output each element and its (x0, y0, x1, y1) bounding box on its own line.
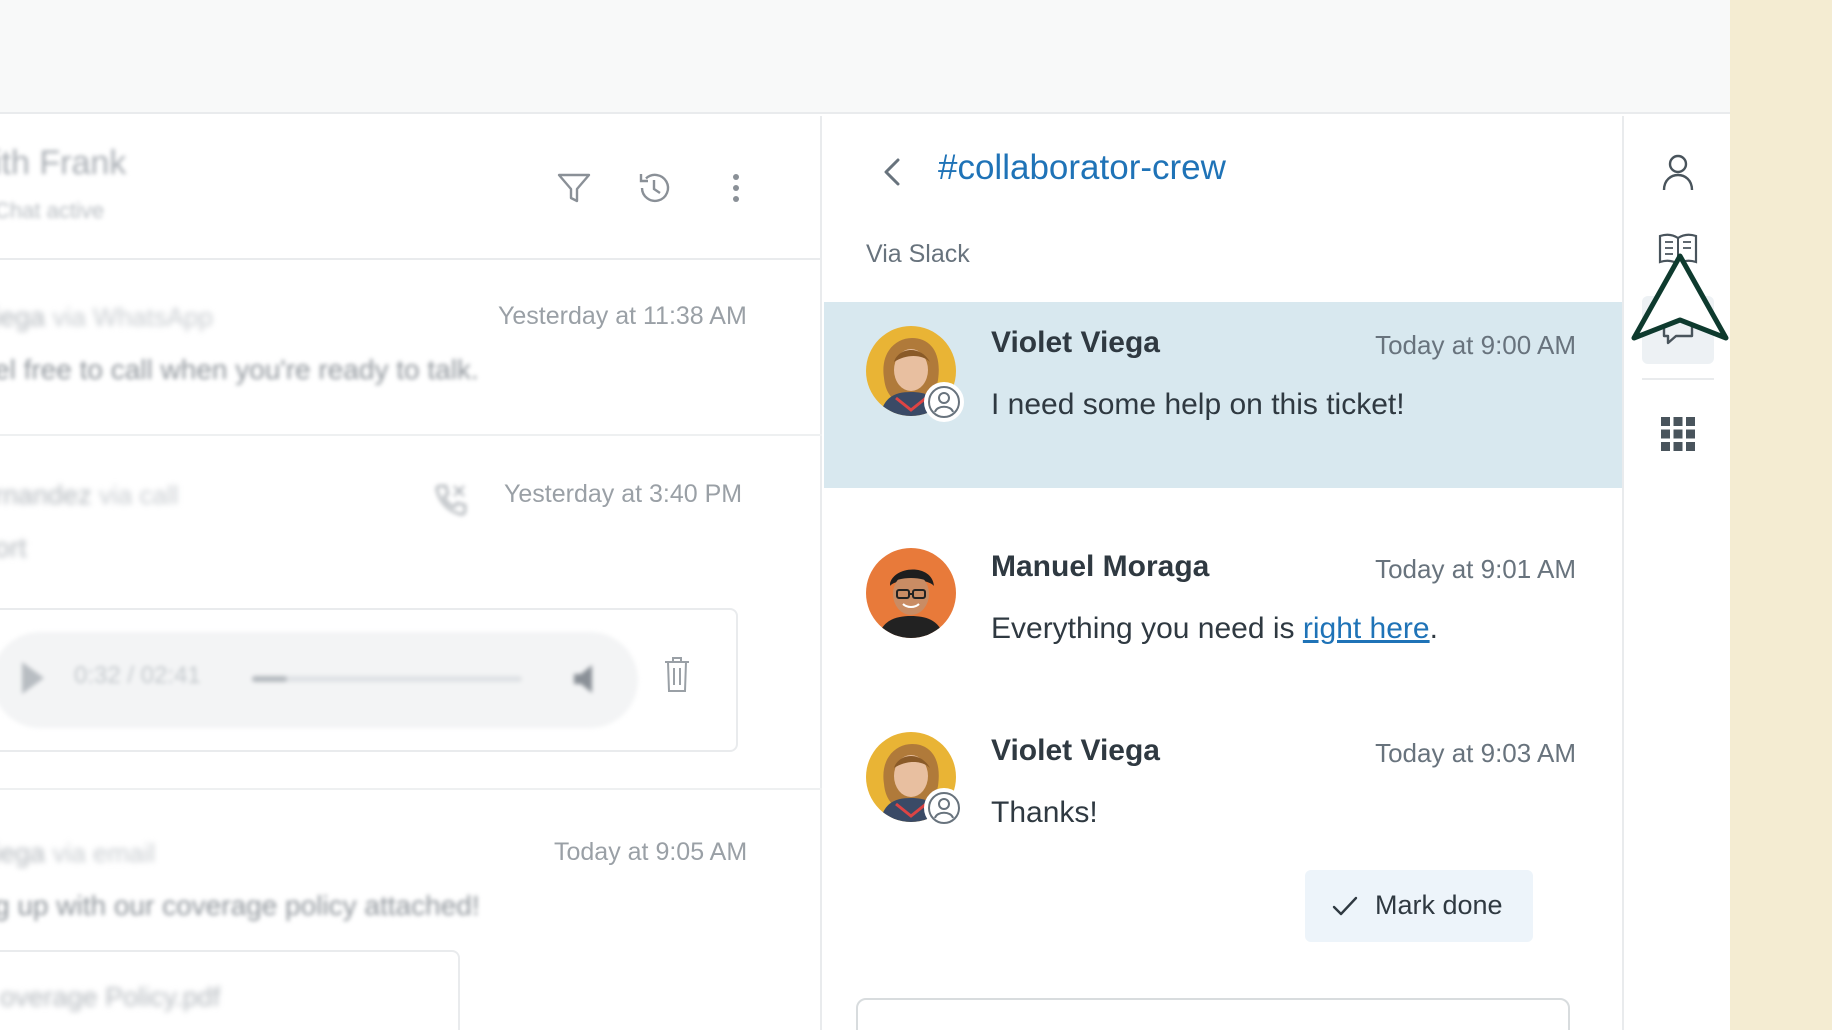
audio-time: 0:32 / 02:41 (74, 662, 201, 689)
entry-text: el free to call when you're ready to tal… (0, 354, 479, 385)
audio-progress-bar[interactable] (252, 676, 522, 682)
user-icon[interactable] (1656, 150, 1700, 194)
history-entry[interactable]: rnandez via call Yesterday at 3:40 PM or… (0, 436, 822, 790)
collaborator-icon (924, 382, 964, 422)
entry-time: Today at 9:05 AM (554, 838, 748, 866)
audio-player[interactable]: 0:32 / 02:41 (0, 632, 638, 728)
channel-name[interactable]: #collaborator-crew (938, 148, 1226, 188)
audio-progress-fill (252, 676, 288, 682)
side-conversation-panel: #collaborator-crew Via Slack Violet Vieg… (824, 116, 1622, 1030)
audio-recording-card: 0:32 / 02:41 (0, 608, 738, 752)
conversations-icon[interactable] (1656, 308, 1700, 352)
conversation-history-panel: ith Frank Chat active iega via WhatsApp … (0, 116, 822, 1030)
attachment-card[interactable]: overage Policy.pdf (0, 950, 460, 1030)
call-icon (430, 480, 470, 520)
via-label: Via Slack (866, 240, 970, 268)
message-time: Today at 9:01 AM (1375, 554, 1576, 584)
entry-author: iega via email (0, 838, 156, 868)
message-author: Violet Viega (991, 326, 1160, 359)
conversation-header: ith Frank Chat active (0, 116, 822, 260)
mark-done-button[interactable]: Mark done (1305, 870, 1533, 942)
more-vertical-icon[interactable] (716, 168, 756, 208)
message-text: Everything you need is right here. (991, 612, 1438, 645)
conversation-status: Chat active (0, 198, 105, 223)
entry-time: Yesterday at 3:40 PM (504, 480, 743, 508)
top-bar (0, 0, 1730, 114)
app-window: ith Frank Chat active iega via WhatsApp … (0, 0, 1730, 1030)
collaborator-icon (924, 788, 964, 828)
entry-text: ort (0, 532, 27, 563)
message-composer[interactable] (856, 998, 1570, 1030)
entry-text: g up with our coverage policy attached! (0, 890, 480, 921)
knowledge-icon[interactable] (1656, 226, 1700, 270)
message-author: Violet Viega (991, 734, 1160, 767)
attachment-name: overage Policy.pdf (0, 982, 221, 1012)
mark-done-label: Mark done (1375, 890, 1503, 920)
message-text: Thanks! (991, 796, 1098, 829)
entry-author: iega via WhatsApp (0, 302, 213, 332)
message-time: Today at 9:00 AM (1375, 330, 1576, 360)
checkmark-icon (1332, 896, 1358, 916)
entry-time: Yesterday at 11:38 AM (498, 302, 747, 330)
manuel-avatar (866, 548, 956, 638)
message-text: I need some help on this ticket! (991, 388, 1405, 421)
message-item: Manuel Moraga Today at 9:01 AM Everythin… (824, 524, 1622, 674)
volume-icon[interactable] (572, 662, 602, 696)
filter-icon[interactable] (554, 168, 594, 208)
right-here-link[interactable]: right here (1303, 612, 1430, 645)
history-entry[interactable]: iega via WhatsApp Yesterday at 11:38 AM … (0, 260, 822, 436)
chevron-left-icon (884, 158, 900, 186)
apps-grid-icon[interactable] (1656, 412, 1700, 456)
entry-author: rnandez via call (0, 480, 179, 510)
back-button[interactable] (878, 152, 906, 192)
history-icon[interactable] (634, 168, 674, 208)
message-author: Manuel Moraga (991, 550, 1210, 583)
message-item: Violet Viega Today at 9:00 AM I need som… (824, 302, 1622, 488)
trash-icon[interactable] (662, 654, 692, 694)
play-icon[interactable] (22, 662, 44, 694)
message-time: Today at 9:03 AM (1375, 738, 1576, 768)
conversation-title: ith Frank (0, 144, 127, 182)
message-item: Violet Viega Today at 9:03 AM Thanks! (824, 708, 1622, 858)
context-rail (1622, 116, 1730, 1030)
rail-divider (1642, 378, 1714, 380)
